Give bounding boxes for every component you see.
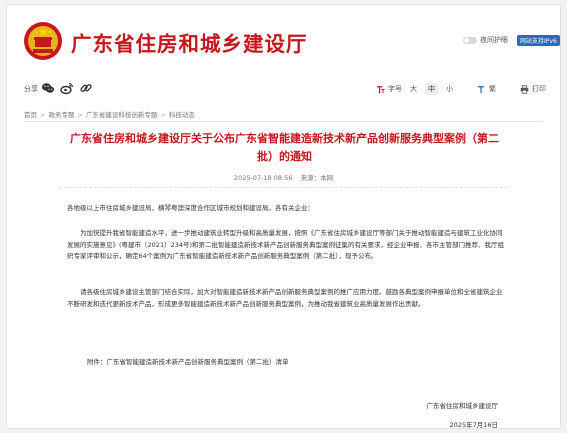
publish-date: 2025-07-18 08:56 [233, 174, 293, 182]
paragraph-2: 请各级住房城乡建设主管部门结合实际，加大对智能建造新技术新产品创新服务典型案例的… [67, 288, 503, 308]
breadcrumb: 首页 > 政务专题 > 广东省建设科技创新专题 > 科技动态 [24, 109, 195, 119]
divider [59, 187, 508, 188]
traditional-label: 繁 [489, 85, 496, 93]
font-size-medium-button[interactable]: 中 [425, 83, 438, 95]
font-size-icon [376, 85, 385, 93]
national-emblem-icon[interactable] [23, 21, 63, 61]
font-size-large-button[interactable]: 大 [410, 84, 417, 94]
eye-mode-label: 夜间护眼 [480, 36, 508, 44]
print-label: 打印 [532, 85, 546, 93]
salutation: 各地级以上市住房城乡建设局，横琴粤澳深度合作区城市规划和建设局，各有关企业： [67, 204, 314, 212]
article-title: 广东省住房和城乡建设厅关于公布广东省智能建造新技术新产品创新服务典型案例（第二批… [70, 132, 499, 163]
breadcrumb-separator: > [40, 111, 46, 119]
wechat-icon[interactable] [41, 81, 55, 95]
article-meta: 2025-07-18 08:56 来源：本网 [7, 172, 560, 182]
signature-date: 2025年7月16日 [449, 421, 498, 429]
signature-organization: 广东省住房和城乡建设厅 [426, 402, 499, 410]
site-title[interactable]: 广东省住房和城乡建设厅 [71, 27, 308, 57]
font-size-label: 字号 [388, 85, 402, 93]
breadcrumb-tech-news[interactable]: 科技动态 [169, 111, 195, 119]
article-source: 来源：本网 [300, 174, 334, 182]
ipv6-badge: 网站支持IPv6 [517, 35, 560, 46]
paragraph-1: 为加快提升我省智能建造水平，进一步推动建筑业转型升级和高质量发展，按照《广东省住… [67, 229, 505, 260]
traditional-text-icon [477, 85, 485, 93]
breadcrumb-tech-innovation[interactable]: 广东省建设科技创新专题 [86, 111, 158, 119]
page-frame: 广东省住房和城乡建设厅 夜间护眼 网站支持IPv6 分享 字号 大 中 小 繁 … [6, 4, 561, 429]
traditional-chinese-button[interactable]: 繁 [477, 84, 496, 94]
toggle-switch[interactable] [463, 36, 477, 44]
reading-tools: 字号 大 中 小 繁 打印 [368, 83, 546, 95]
breadcrumb-gov-topics[interactable]: 政务专题 [48, 111, 74, 119]
site-header: 广东省住房和城乡建设厅 夜间护眼 网站支持IPv6 [7, 5, 560, 73]
weibo-icon[interactable] [60, 81, 74, 95]
breadcrumb-separator: > [77, 111, 83, 119]
attachment-link[interactable]: 附件：广东省智能建造新技术新产品创新服务典型案例（第二批）清单 [87, 357, 525, 369]
link-icon[interactable] [79, 81, 93, 95]
article-toolbar: 分享 字号 大 中 小 繁 打印 [7, 77, 560, 99]
font-size-control: 字号 [376, 84, 402, 94]
printer-icon [520, 84, 529, 94]
font-size-small-button[interactable]: 小 [446, 84, 453, 94]
share-label: 分享 [24, 85, 38, 93]
print-button[interactable]: 打印 [520, 84, 546, 94]
breadcrumb-home[interactable]: 首页 [24, 111, 37, 119]
eye-mode-toggle[interactable]: 夜间护眼 [463, 35, 508, 45]
divider [24, 121, 543, 122]
breadcrumb-separator: > [160, 111, 166, 119]
